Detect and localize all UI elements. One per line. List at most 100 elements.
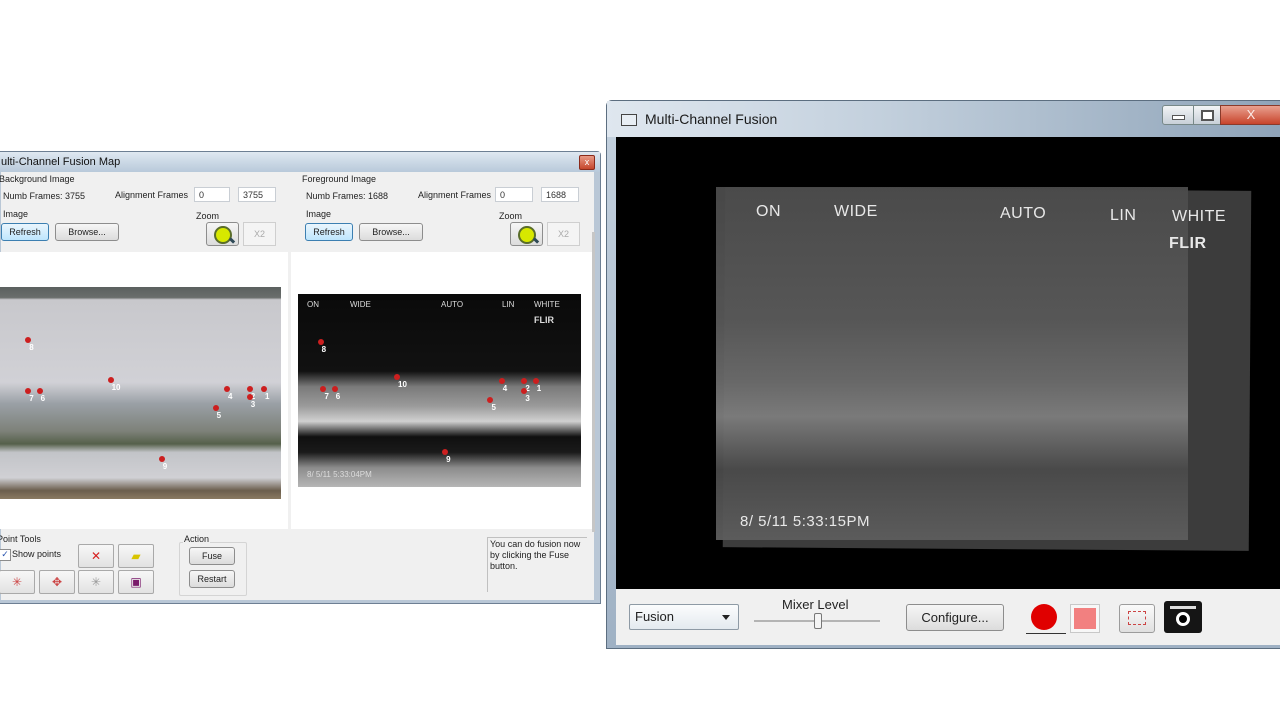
osd-wide: WIDE	[834, 203, 878, 220]
record-underline	[1026, 633, 1066, 634]
load-points-button[interactable]: ▰	[118, 544, 154, 568]
restart-button[interactable]: Restart	[189, 570, 235, 588]
osd-auto: AUTO	[1000, 205, 1047, 222]
fusion-controls-bar: Fusion Mixer Level Configure...	[616, 589, 1280, 645]
mixer-level-label: Mixer Level	[782, 597, 849, 612]
maximize-button[interactable]	[1193, 105, 1221, 125]
minimize-icon	[1172, 115, 1185, 120]
alignment-point-label: 10	[111, 383, 121, 393]
flir-logo: FLIR	[1169, 235, 1207, 252]
alignment-point-label: 9	[446, 455, 451, 465]
background-image-pane[interactable]: 8 7 6 10 4 2 1 3 5 9	[0, 252, 288, 529]
background-alignment-label: Alignment Frames	[115, 190, 189, 200]
alignment-point-label: 8	[29, 343, 34, 352]
move-point-icon: ✥	[51, 575, 63, 589]
window-client: Background Image Numb Frames: 3755 Align…	[0, 172, 595, 600]
foreground-refresh-button[interactable]: Refresh	[305, 223, 353, 241]
foreground-numb-frames: Numb Frames: 1688	[306, 191, 389, 201]
foreground-thermal-image[interactable]: ON WIDE AUTO LIN WHITE FLIR 8/ 5/11 5:33…	[298, 294, 581, 487]
scrollbar[interactable]	[592, 232, 595, 532]
foreground-group-label: Foreground Image	[302, 174, 377, 184]
close-button[interactable]: X	[1220, 105, 1280, 125]
alignment-point-label: 3	[250, 400, 256, 410]
alignment-point-label: 7	[29, 393, 34, 403]
background-numb-frames: Numb Frames: 3755	[3, 191, 86, 201]
mode-dropdown[interactable]: Fusion	[629, 604, 739, 630]
stop-button[interactable]	[1070, 604, 1100, 633]
visible-layer	[716, 187, 1188, 540]
window-title: Multi-Channel Fusion	[645, 111, 778, 127]
alignment-point-label: 5	[216, 410, 222, 420]
folder-icon: ▰	[131, 549, 141, 563]
fusion-video-view[interactable]: ON WIDE AUTO LIN WHITE FLIR 8/ 5/11 5:33…	[616, 137, 1280, 589]
flir-logo: FLIR	[534, 315, 554, 325]
window-title-bar[interactable]: ulti-Channel Fusion Map	[0, 152, 600, 172]
show-points-checkbox[interactable]: ✓	[0, 549, 11, 561]
record-button[interactable]	[1028, 602, 1060, 632]
select-region-button[interactable]	[1119, 604, 1155, 633]
add-point-button[interactable]: ✳	[0, 570, 35, 594]
alignment-point-label: 6	[335, 391, 341, 401]
point-tools-label: Point Tools	[0, 534, 41, 544]
select-point-button[interactable]: ✳	[78, 570, 114, 594]
minimize-button[interactable]	[1162, 105, 1194, 125]
status-message: You can do fusion now by clicking the Fu…	[487, 537, 587, 592]
alignment-point-label: 7	[324, 391, 329, 401]
foreground-alignment-end-input[interactable]: 1688	[541, 187, 579, 202]
background-photo[interactable]: 8 7 6 10 4 2 1 3 5 9	[0, 287, 281, 499]
foreground-alignment-start-input[interactable]: 0	[495, 187, 533, 202]
background-refresh-button[interactable]: Refresh	[1, 223, 49, 241]
osd-lin: LIN	[502, 300, 515, 309]
osd-wide: WIDE	[350, 300, 371, 309]
fusion-map-window: ulti-Channel Fusion Map x Background Ima…	[0, 151, 601, 604]
alignment-point-label: 3	[525, 393, 530, 403]
action-label: Action	[183, 534, 211, 544]
alignment-point-label: 9	[162, 461, 168, 471]
alignment-point-label: 4	[502, 383, 508, 393]
osd-timestamp: 8/ 5/11 5:33:15PM	[740, 513, 870, 530]
select-point-cursor-icon: ✳	[90, 575, 102, 589]
alignment-point-label: 5	[491, 403, 496, 413]
background-alignment-start-input[interactable]: 0	[194, 187, 230, 202]
background-zoom-label: Zoom	[196, 211, 220, 221]
osd-on: ON	[756, 203, 781, 220]
delete-point-icon: ✕	[90, 549, 102, 563]
background-group-label: Background Image	[0, 174, 75, 184]
mixer-level-thumb[interactable]	[814, 613, 822, 629]
alignment-point-label: 8	[321, 345, 327, 355]
configure-button[interactable]: Configure...	[906, 604, 1004, 631]
foreground-zoom-label: Zoom	[499, 211, 523, 221]
snapshot-button[interactable]	[1164, 601, 1202, 633]
background-zoom-button[interactable]	[206, 222, 239, 246]
save-disk-icon: ▣	[130, 575, 142, 589]
alignment-point-label: 1	[264, 391, 270, 401]
background-browse-button[interactable]: Browse...	[55, 223, 119, 241]
region-select-icon	[1128, 611, 1146, 625]
osd-timestamp: 8/ 5/11 5:33:04PM	[307, 470, 372, 479]
foreground-x2-button[interactable]: X2	[547, 222, 580, 246]
chevron-down-icon	[722, 615, 730, 620]
camera-icon	[1176, 612, 1190, 626]
close-button[interactable]: x	[579, 155, 595, 170]
fuse-button[interactable]: Fuse	[189, 547, 235, 565]
magnifier-icon	[214, 226, 232, 244]
delete-point-button[interactable]: ✕	[78, 544, 114, 568]
move-point-button[interactable]: ✥	[39, 570, 75, 594]
magnifier-icon	[518, 226, 536, 244]
osd-white: WHITE	[534, 300, 560, 309]
foreground-image-pane[interactable]: ON WIDE AUTO LIN WHITE FLIR 8/ 5/11 5:33…	[291, 252, 594, 529]
osd-on: ON	[307, 300, 319, 309]
foreground-browse-button[interactable]: Browse...	[359, 223, 423, 241]
osd-white: WHITE	[1172, 208, 1227, 225]
background-alignment-end-input[interactable]: 3755	[238, 187, 276, 202]
window-title: ulti-Channel Fusion Map	[1, 156, 121, 168]
stop-icon	[1074, 608, 1096, 629]
foreground-zoom-button[interactable]	[510, 222, 543, 246]
alignment-point-label: 6	[40, 393, 46, 403]
background-x2-button[interactable]: X2	[243, 222, 276, 246]
maximize-icon	[1201, 110, 1214, 121]
fusion-window: Multi-Channel Fusion X ON WIDE AUTO LIN …	[606, 100, 1280, 649]
foreground-alignment-label: Alignment Frames	[418, 190, 492, 200]
save-points-button[interactable]: ▣	[118, 570, 154, 594]
osd-lin: LIN	[1110, 207, 1137, 224]
